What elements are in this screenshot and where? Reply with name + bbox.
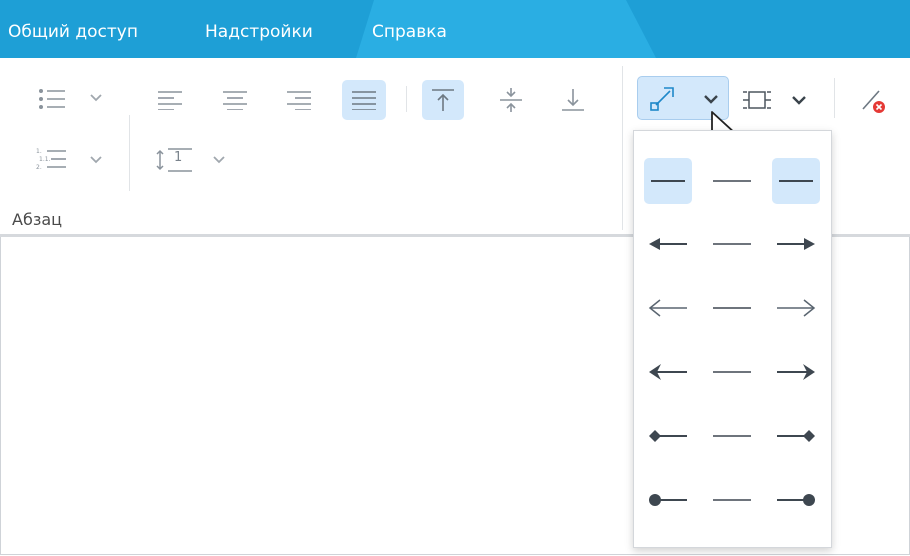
bulleted-list-button[interactable] — [34, 82, 70, 116]
line-spacing-button[interactable]: 1 — [152, 142, 196, 178]
open-arrow-right-icon — [777, 299, 816, 317]
justify-button[interactable] — [342, 80, 386, 120]
line-end-option-circle-start[interactable] — [644, 477, 692, 523]
line-ends-icon — [650, 87, 674, 111]
stealth-arrow-left-icon — [649, 364, 687, 380]
chevron-down-icon[interactable] — [90, 156, 102, 164]
align-center-icon — [223, 91, 247, 110]
justify-icon — [352, 91, 376, 110]
diamond-left-icon — [649, 430, 687, 442]
line-end-option-arrow-end[interactable] — [772, 221, 820, 267]
align-top-button[interactable] — [422, 80, 464, 120]
no-line-icon — [862, 90, 885, 113]
line-end-option-circle-end[interactable] — [772, 477, 820, 523]
align-bottom-icon — [562, 89, 584, 111]
align-right-icon — [287, 91, 311, 110]
line-option[interactable] — [708, 477, 756, 523]
plain-line-icon — [713, 499, 751, 501]
diamond-right-icon — [777, 430, 815, 442]
line-end-option-open-arrow-start[interactable] — [644, 285, 692, 331]
filled-arrow-left-icon — [649, 238, 687, 250]
group-separator — [622, 66, 623, 230]
line-end-option-stealth-start[interactable] — [644, 349, 692, 395]
plain-line-icon — [779, 180, 813, 182]
plain-line-icon — [713, 371, 751, 373]
circle-left-icon — [649, 494, 687, 506]
paragraph-group-label: Абзац — [12, 210, 63, 229]
separator — [406, 86, 407, 112]
line-end-option-diamond-end[interactable] — [772, 413, 820, 459]
align-right-button[interactable] — [279, 82, 319, 118]
svg-text:1.: 1. — [36, 148, 42, 155]
line-end-option-arrow-start[interactable] — [644, 221, 692, 267]
line-end-option-stealth-end[interactable] — [772, 349, 820, 395]
plain-line-icon — [713, 307, 751, 309]
separator — [834, 78, 835, 118]
svg-text:2.: 2. — [36, 164, 42, 171]
align-left-icon — [158, 91, 182, 110]
plain-line-icon — [713, 243, 751, 245]
bulleted-list-icon — [39, 89, 65, 109]
line-option[interactable] — [708, 158, 756, 204]
line-style-icon — [743, 91, 771, 109]
stealth-arrow-right-icon — [777, 364, 815, 380]
align-middle-icon — [500, 88, 522, 112]
filled-arrow-right-icon — [777, 238, 815, 250]
line-option[interactable] — [708, 413, 756, 459]
line-spacing-value: 1 — [174, 150, 183, 165]
no-line-button[interactable] — [852, 80, 892, 120]
circle-right-icon — [777, 494, 815, 506]
tab-help[interactable]: Справка — [372, 22, 447, 42]
line-style-button[interactable] — [738, 80, 810, 120]
chevron-down-icon — [792, 96, 806, 105]
chevron-down-icon[interactable] — [90, 94, 102, 102]
line-end-option-diamond-start[interactable] — [644, 413, 692, 459]
line-option[interactable] — [708, 221, 756, 267]
align-center-button[interactable] — [215, 82, 255, 118]
line-option[interactable] — [708, 285, 756, 331]
plain-line-icon — [713, 180, 751, 182]
align-bottom-button[interactable] — [552, 80, 594, 120]
align-middle-button[interactable] — [490, 80, 532, 120]
line-ends-dropdown — [633, 130, 832, 548]
open-arrow-left-icon — [648, 299, 687, 317]
svg-text:1.1.: 1.1. — [39, 156, 51, 163]
tab-sharing[interactable]: Общий доступ — [8, 22, 138, 42]
numbered-list-icon: 1.1.1.2. — [36, 148, 66, 171]
line-end-option-none-start[interactable] — [644, 158, 692, 204]
menu-bar: Общий доступ Надстройки Справка — [0, 0, 910, 58]
align-left-button[interactable] — [150, 82, 190, 118]
line-end-option-none-end[interactable] — [772, 158, 820, 204]
tab-addins[interactable]: Надстройки — [205, 22, 313, 42]
plain-line-icon — [651, 180, 685, 182]
numbered-list-button[interactable]: 1. 1.1. 2. — [32, 142, 70, 176]
separator — [129, 115, 130, 191]
line-end-option-open-arrow-end[interactable] — [772, 285, 820, 331]
line-option[interactable] — [708, 349, 756, 395]
align-top-icon — [432, 89, 454, 111]
plain-line-icon — [713, 435, 751, 437]
chevron-down-icon[interactable] — [213, 156, 225, 164]
chevron-down-icon — [704, 95, 718, 104]
